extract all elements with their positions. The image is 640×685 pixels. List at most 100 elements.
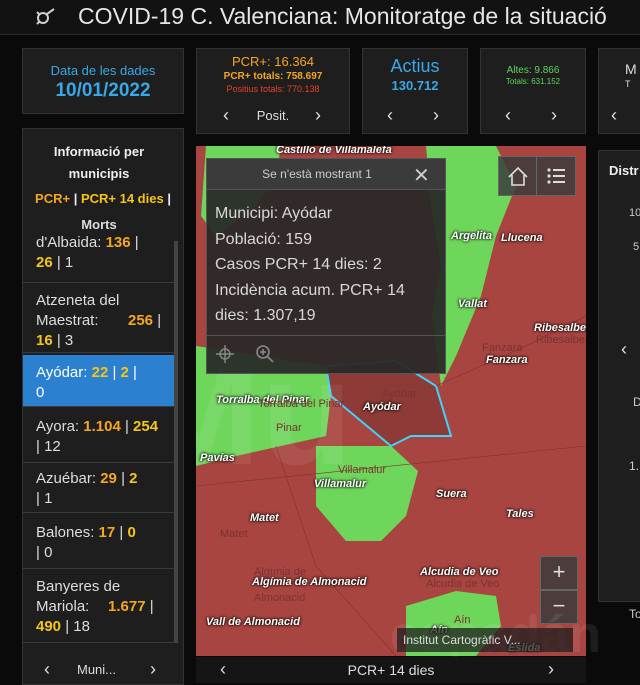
pcr-indicator-card: PCR+: 16.364 PCR+ totals: 758.697 Positi… bbox=[196, 48, 350, 134]
home-icon bbox=[508, 166, 528, 186]
altes-total: Totals: 631.152 bbox=[505, 77, 561, 86]
legend-separator: | bbox=[70, 191, 81, 206]
chevron-left-icon[interactable]: ‹ bbox=[44, 659, 50, 680]
popup-municipi: Municipi: Ayódar bbox=[215, 205, 333, 222]
municipality-name: Balones: bbox=[36, 524, 95, 541]
map-label-matet-faded: Matet bbox=[220, 528, 248, 540]
actius-card: Actius 130.712 ‹ › bbox=[362, 48, 468, 134]
chevron-right-icon[interactable]: › bbox=[433, 105, 439, 126]
zoom-in-button[interactable]: + bbox=[540, 556, 578, 590]
list-item[interactable]: Banyeres de Mariola: 1.677 | 490 | 18 bbox=[23, 573, 175, 643]
pcr-card-nav-label: Posit. bbox=[256, 108, 290, 123]
morts-total: T bbox=[625, 79, 631, 89]
virus-icon bbox=[34, 8, 56, 26]
app-title: COVID-19 C. Valenciana: Monitoratge de l… bbox=[78, 3, 607, 29]
municipality-name: Ayódar: bbox=[36, 364, 88, 381]
zoom-to-icon[interactable] bbox=[255, 344, 275, 364]
map-label-villamalur-faded: Villamalur bbox=[338, 464, 387, 476]
legend-morts: Morts bbox=[81, 217, 117, 232]
actius-card-nav: ‹ › bbox=[363, 105, 467, 131]
popup-content: Municipi: Ayódar Població: 159 Casos PCR… bbox=[215, 201, 441, 329]
municipality-name: Ayora: bbox=[36, 418, 80, 435]
chevron-left-icon[interactable]: ‹ bbox=[505, 105, 511, 126]
axis-tick: To bbox=[629, 607, 640, 621]
list-header: Informació per municipis PCR+ | PCR+ 14 … bbox=[23, 129, 175, 239]
map-label-pavias: Pavías bbox=[200, 452, 235, 464]
list-item[interactable]: d'Albaida: 136 | 26 | 1 bbox=[23, 234, 175, 283]
list-icon bbox=[547, 168, 565, 184]
date-value: 10/01/2022 bbox=[55, 80, 151, 101]
popup-incidencia: Incidència acum. PCR+ 14 dies: 1.307,19 bbox=[215, 281, 405, 325]
pan-to-icon[interactable] bbox=[215, 344, 235, 364]
list-item[interactable]: Azuébar: 29 | 2 | 1 bbox=[23, 465, 175, 513]
map-label-algimia: Algímia de Almonacid bbox=[252, 576, 367, 588]
legend-pcr: PCR+ bbox=[35, 191, 71, 206]
distribution-title: Distr bbox=[609, 163, 639, 178]
map-label-argelita: Argelita bbox=[451, 230, 492, 242]
map-label-suera: Suera bbox=[436, 488, 467, 500]
chevron-right-icon[interactable]: › bbox=[150, 659, 156, 680]
pcr-daily: PCR+: 16.364 bbox=[231, 54, 315, 69]
map-label-fanzara-faded: Fanzara bbox=[482, 342, 523, 354]
municipality-list-panel: Informació per municipis PCR+ | PCR+ 14 … bbox=[22, 128, 184, 685]
map-label-alcudia: Alcudia de Veo bbox=[420, 566, 499, 578]
map-label-almonacid-faded: Almonacid bbox=[254, 592, 306, 604]
pcr-total: PCR+ totals: 758.697 bbox=[223, 71, 323, 82]
attribution-text: Institut Cartogràfic V... bbox=[403, 633, 521, 647]
map-label-tales: Tales bbox=[506, 508, 534, 520]
municipality-name: Azuébar: bbox=[36, 470, 97, 487]
popup-header-text: Se n'està mostrant 1 bbox=[262, 167, 372, 181]
title-bar: COVID-19 C. Valenciana: Monitoratge de l… bbox=[0, 0, 640, 35]
map-label-llucena: Llucena bbox=[501, 232, 543, 244]
list-footer-label: Muni... bbox=[77, 662, 117, 677]
morts-card-nav: ‹ bbox=[609, 105, 640, 131]
list-item[interactable]: Atzeneta del Maestrat: 256 | 16 | 3 bbox=[23, 287, 175, 353]
list-footer-nav: ‹ Muni... › bbox=[22, 657, 182, 683]
feature-popup: Se n'està mostrant 1 ✕ Municipi: Ayódar … bbox=[206, 158, 446, 374]
distribution-panel: Distr 10 5 ‹ D 1. To bbox=[598, 150, 640, 621]
map-label-ribesalbes-faded: Ribesalbes bbox=[536, 334, 586, 346]
popup-casos: Casos PCR+ 14 dies: 2 bbox=[215, 256, 382, 273]
chevron-right-icon[interactable]: › bbox=[551, 105, 557, 126]
map-label-ayodar: Ayódar bbox=[363, 401, 401, 413]
popup-header: Se n'està mostrant 1 ✕ bbox=[207, 159, 445, 190]
municipality-name: d'Albaida: bbox=[36, 234, 102, 251]
chevron-left-icon[interactable]: ‹ bbox=[621, 339, 627, 360]
popup-poblacio: Població: 159 bbox=[215, 230, 312, 248]
chevron-right-icon[interactable]: › bbox=[548, 659, 554, 680]
popup-toolbar bbox=[207, 335, 445, 374]
chevron-right-icon[interactable]: › bbox=[315, 105, 321, 126]
list-legend: PCR+ | PCR+ 14 dies | bbox=[23, 191, 183, 206]
map-label-fanzara: Fanzara bbox=[486, 354, 528, 366]
map-label-villamalur: Villamalur bbox=[314, 478, 367, 490]
altes-card-nav: ‹ › bbox=[481, 105, 585, 131]
actius-label: Actius bbox=[390, 56, 440, 76]
altes-card: Altes: 9.866 Totals: 631.152 ‹ › bbox=[480, 48, 586, 134]
actius-value: 130.712 bbox=[391, 78, 439, 93]
list-item[interactable]: Balones: 17 | 0 | 0 bbox=[23, 517, 175, 569]
map-label-pinar-faded: Pinar bbox=[276, 422, 302, 434]
map-label-alcudia-faded: Alcudia de Veo bbox=[426, 578, 500, 590]
axis-tick: 5 bbox=[633, 241, 640, 253]
map-attribution: Institut Cartogràfic V... bbox=[397, 628, 573, 652]
map-label-vall: Vall de Almonacid bbox=[206, 616, 300, 628]
map-label-castillo: Castillo de Villamalefa bbox=[276, 146, 392, 156]
map-label-vallat: Vallat bbox=[458, 298, 487, 310]
close-icon[interactable]: ✕ bbox=[413, 163, 430, 188]
legend-pcr14: PCR+ 14 dies bbox=[80, 191, 164, 206]
axis-tick: 1. bbox=[629, 459, 640, 473]
chevron-left-icon[interactable]: ‹ bbox=[387, 105, 393, 126]
axis-tick: D bbox=[633, 395, 640, 409]
map-footer-nav: ‹ PCR+ 14 dies › bbox=[196, 657, 586, 683]
morts-label: M bbox=[625, 61, 637, 77]
list-item[interactable]: Ayora: 1.104 | 254 | 12 bbox=[23, 411, 175, 463]
map-label-ayodar-faded: Ayódar bbox=[382, 388, 417, 400]
list-item-selected[interactable]: Ayódar: 22 | 2 | 0 bbox=[23, 355, 175, 407]
pcr-card-nav: ‹ Posit. › bbox=[197, 105, 349, 131]
morts-card: M T ‹ bbox=[598, 48, 640, 134]
home-button[interactable] bbox=[498, 156, 538, 196]
chevron-left-icon[interactable]: ‹ bbox=[611, 105, 617, 126]
layer-list-button[interactable] bbox=[536, 156, 576, 196]
list-scrollbar[interactable] bbox=[174, 241, 178, 643]
list-title: Informació per municipis bbox=[53, 144, 145, 181]
